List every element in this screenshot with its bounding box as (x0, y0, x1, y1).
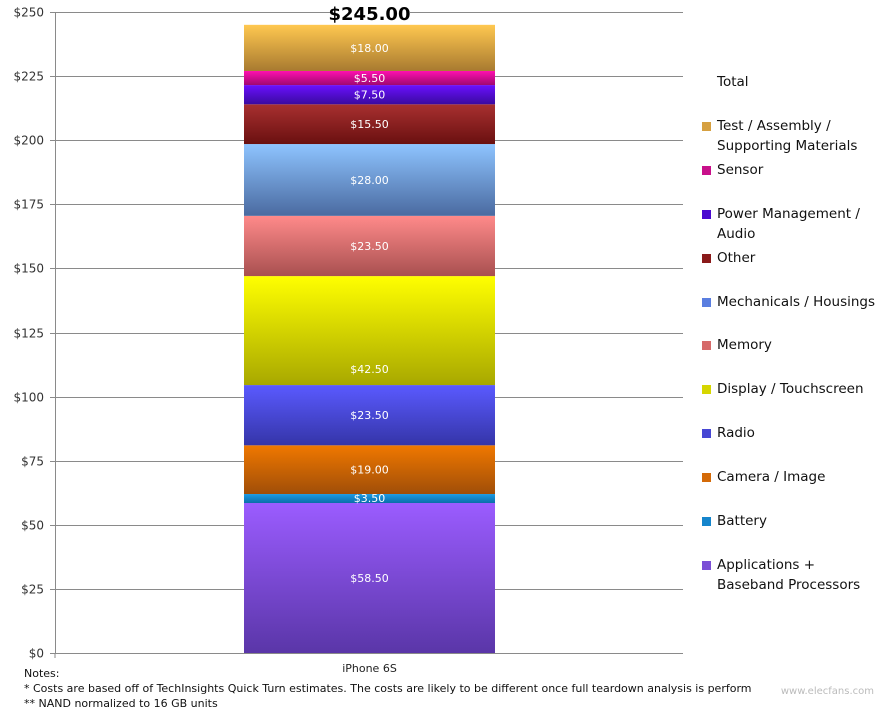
legend-item: Display / Touchscreen (702, 379, 882, 399)
y-tick-label: $0 (29, 647, 44, 661)
legend-item: Camera / Image (702, 467, 882, 487)
legend-label: Power Management / Audio (717, 206, 860, 242)
legend-swatch (702, 341, 711, 350)
legend-item: Radio (702, 423, 882, 443)
legend-item: Sensor (702, 160, 882, 180)
legend-label: Test / Assembly / Supporting Materials (717, 118, 858, 154)
total-label: $245.00 (329, 4, 411, 25)
segment-value-label: $23.50 (350, 409, 389, 422)
legend-item: Mechanicals / Housings (702, 292, 882, 312)
legend-swatch (702, 561, 711, 570)
legend-swatch (702, 517, 711, 526)
legend-item: Applications + Baseband Processors (702, 555, 882, 595)
legend-swatch (702, 78, 711, 87)
legend-swatch (702, 122, 711, 131)
legend-swatch (702, 254, 711, 263)
legend-item: Other (702, 248, 882, 268)
legend-label: Mechanicals / Housings (717, 294, 876, 310)
segment-value-label: $5.50 (354, 72, 386, 85)
legend-label: Applications + Baseband Processors (717, 557, 861, 593)
notes: Notes: * Costs are based off of TechInsi… (24, 666, 752, 711)
legend-swatch (702, 210, 711, 219)
y-tick-label: $175 (13, 198, 44, 212)
segment-value-label: $42.50 (350, 363, 389, 376)
notes-heading: Notes: (24, 667, 60, 680)
segment-value-label: $23.50 (350, 240, 389, 253)
y-tick-label: $75 (21, 455, 44, 469)
legend-label: Total (717, 74, 749, 90)
y-tick-label: $50 (21, 519, 44, 533)
y-tick-label: $100 (13, 391, 44, 405)
segment-value-label: $7.50 (354, 89, 386, 102)
segment-value-label: $19.00 (350, 464, 389, 477)
segment-value-label: $58.50 (350, 572, 389, 585)
legend-label: Other (717, 250, 756, 266)
y-tick-label: $250 (13, 6, 44, 20)
legend-swatch (702, 429, 711, 438)
segment-value-label: $28.00 (350, 174, 389, 187)
y-tick-label: $150 (13, 262, 44, 276)
legend-item: Battery (702, 511, 882, 531)
notes-line-1: * Costs are based off of TechInsights Qu… (24, 682, 752, 695)
legend-item: Total (702, 72, 882, 92)
legend-label: Radio (717, 425, 755, 441)
legend-label: Battery (717, 513, 767, 529)
notes-line-2: ** NAND normalized to 16 GB units (24, 697, 218, 710)
y-axis: $0 $25 $50 $75 $100 $125 $150 $175 $200 $225 $250 (13, 6, 56, 661)
total-annotation: $245.00 (329, 0, 411, 25)
legend-label: Display / Touchscreen (717, 381, 864, 397)
segment-value-label: $18.00 (350, 42, 389, 55)
y-tick-label: $25 (21, 583, 44, 597)
y-tick-label: $225 (13, 70, 44, 84)
watermark: www.elecfans.com (780, 686, 874, 697)
segment-value-label: $15.50 (350, 118, 389, 131)
legend-label: Sensor (717, 162, 764, 178)
legend-swatch (702, 298, 711, 307)
stacked-bar-chart: $0$25$50$75$100$125$150$175$200$225$250 … (13, 0, 683, 675)
legend-label: Memory (717, 337, 772, 353)
legend-swatch (702, 385, 711, 394)
legend-label: Camera / Image (717, 469, 826, 485)
legend-swatch (702, 166, 711, 175)
legend-item: Power Management / Audio (702, 204, 882, 244)
y-tick-label: $125 (13, 327, 44, 341)
legend-item: Test / Assembly / Supporting Materials (702, 116, 882, 156)
legend-swatch (702, 473, 711, 482)
y-tick-label: $200 (13, 134, 44, 148)
segment-value-label: $3.50 (354, 492, 386, 505)
legend-item: Memory (702, 335, 882, 355)
